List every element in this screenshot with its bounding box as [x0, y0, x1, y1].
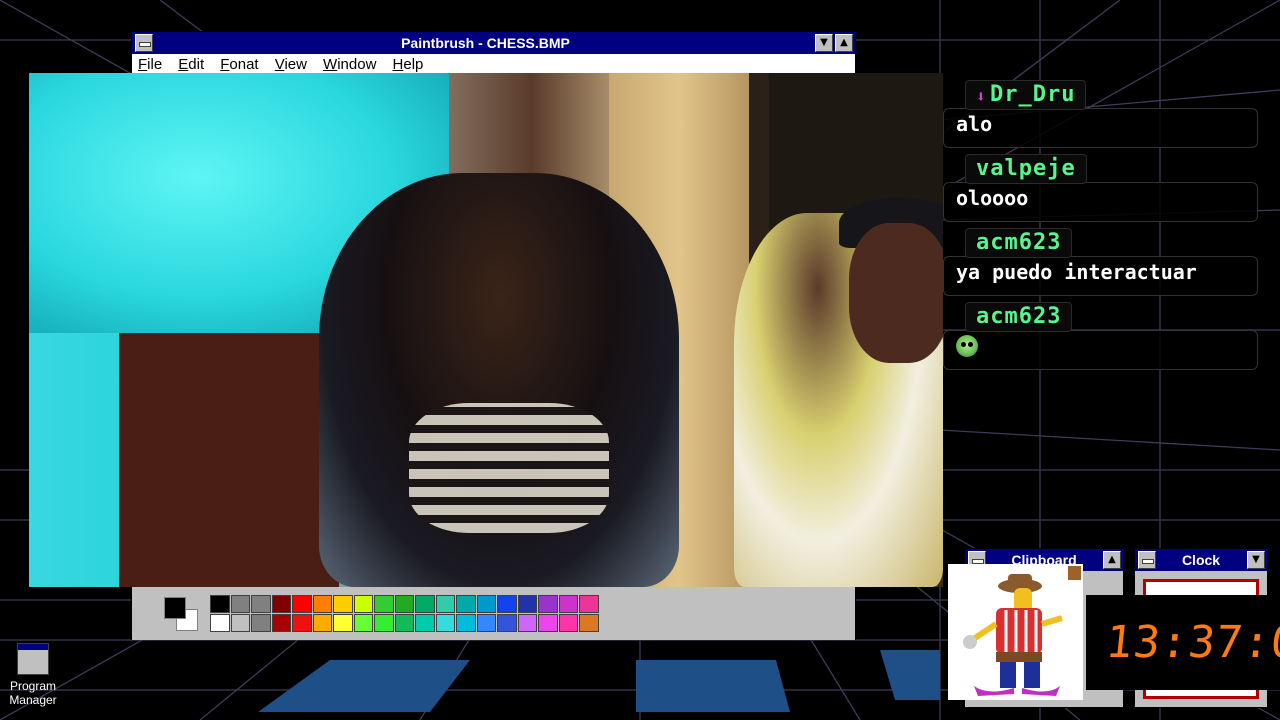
color-palette-bar: [132, 586, 855, 640]
program-manager-desktop-icon[interactable]: Program Manager: [4, 643, 62, 707]
digital-clock: 13:37:05: [1086, 595, 1280, 690]
palette-swatch[interactable]: [558, 595, 578, 613]
palette-swatch[interactable]: [579, 595, 599, 613]
paintbrush-title-bar[interactable]: Paintbrush - CHESS.BMP ▼ ▲: [132, 32, 855, 54]
palette-swatch[interactable]: [415, 614, 435, 632]
menu-window[interactable]: Window: [317, 54, 381, 73]
palette-swatch[interactable]: [292, 595, 312, 613]
system-menu-button[interactable]: [1138, 551, 1156, 569]
minimize-button[interactable]: ▼: [1247, 551, 1265, 569]
palette-swatch[interactable]: [517, 595, 537, 613]
palette-swatch[interactable]: [271, 595, 291, 613]
current-colors[interactable]: [160, 595, 200, 631]
palette-swatch[interactable]: [353, 595, 373, 613]
palette-swatch[interactable]: [538, 595, 558, 613]
menu-help[interactable]: Help: [387, 54, 429, 73]
chat-username: ⬇ Dr_Dru: [965, 80, 1087, 110]
palette-swatch[interactable]: [579, 614, 599, 632]
palette-swatch[interactable]: [517, 614, 537, 632]
green-face-emote-icon: [956, 335, 978, 357]
chat-message-text: [943, 330, 1258, 370]
palette-swatch[interactable]: [394, 595, 414, 613]
chat-username-text: Dr_Dru: [990, 82, 1076, 107]
palette-swatch[interactable]: [292, 614, 312, 632]
foreground-color-swatch[interactable]: [164, 597, 186, 619]
cartoon-character-image: [948, 564, 1083, 700]
arrow-down-badge-icon: ⬇: [976, 87, 987, 106]
webcam-video: [29, 73, 943, 587]
chat-message-text: ya puedo interactuar: [943, 256, 1258, 296]
palette-swatch[interactable]: [271, 614, 291, 632]
chat-message-text: alo: [943, 108, 1258, 148]
chat-message: valpeje oloooo: [943, 154, 1263, 222]
palette-swatch[interactable]: [251, 614, 271, 632]
chat-username: acm623: [965, 302, 1073, 332]
clock-title-bar[interactable]: Clock ▼: [1135, 549, 1267, 571]
maximize-button[interactable]: ▲: [835, 34, 853, 52]
palette-swatch[interactable]: [210, 595, 230, 613]
palette-swatch[interactable]: [497, 595, 517, 613]
chat-username: acm623: [965, 228, 1073, 258]
palette-swatch[interactable]: [230, 595, 250, 613]
system-menu-button[interactable]: [135, 34, 153, 52]
palette-swatch[interactable]: [435, 614, 455, 632]
palette-swatch[interactable]: [374, 595, 394, 613]
palette-swatch[interactable]: [538, 614, 558, 632]
chat-message: acm623: [943, 302, 1263, 370]
chat-panel: ⬇ Dr_Dru alo valpeje oloooo acm623 ya pue…: [943, 80, 1263, 376]
palette-swatch[interactable]: [456, 614, 476, 632]
program-manager-icon: [17, 643, 49, 675]
palette-swatch[interactable]: [251, 595, 271, 613]
palette-swatch[interactable]: [435, 595, 455, 613]
chat-message-text: oloooo: [943, 182, 1258, 222]
palette-swatch[interactable]: [394, 614, 414, 632]
palette-swatch[interactable]: [353, 614, 373, 632]
palette-swatch[interactable]: [333, 595, 353, 613]
chat-message: acm623 ya puedo interactuar: [943, 228, 1263, 296]
palette-swatch[interactable]: [374, 614, 394, 632]
window-title: Paintbrush - CHESS.BMP: [401, 35, 570, 51]
program-manager-label: Program Manager: [9, 679, 57, 707]
color-swatches: [210, 595, 599, 632]
minimize-button[interactable]: ▼: [815, 34, 833, 52]
menu-view[interactable]: View: [269, 54, 312, 73]
chat-message: ⬇ Dr_Dru alo: [943, 80, 1263, 148]
maximize-button[interactable]: ▲: [1103, 551, 1121, 569]
wooden-dresser: [119, 333, 339, 587]
menu-fonat[interactable]: Fonat: [214, 54, 263, 73]
cowboy-giraffe-icon: [948, 564, 1083, 700]
chat-username: valpeje: [965, 154, 1087, 184]
palette-swatch[interactable]: [312, 614, 332, 632]
palette-swatch[interactable]: [210, 614, 230, 632]
menu-bar: File Edit Fonat View Window Help: [132, 54, 855, 75]
menu-file[interactable]: File: [132, 54, 167, 73]
digital-clock-time: 13:37:05: [1103, 617, 1280, 668]
palette-swatch[interactable]: [558, 614, 578, 632]
palette-swatch[interactable]: [497, 614, 517, 632]
palette-swatch[interactable]: [333, 614, 353, 632]
palette-swatch[interactable]: [476, 614, 496, 632]
person-face: [849, 223, 943, 363]
palette-swatch[interactable]: [476, 595, 496, 613]
menu-edit[interactable]: Edit: [172, 54, 209, 73]
clock-title: Clock: [1181, 552, 1221, 568]
palette-swatch[interactable]: [230, 614, 250, 632]
palette-swatch[interactable]: [312, 595, 332, 613]
skeleton-sweater-print: [409, 403, 609, 533]
palette-swatch[interactable]: [415, 595, 435, 613]
palette-swatch[interactable]: [456, 595, 476, 613]
